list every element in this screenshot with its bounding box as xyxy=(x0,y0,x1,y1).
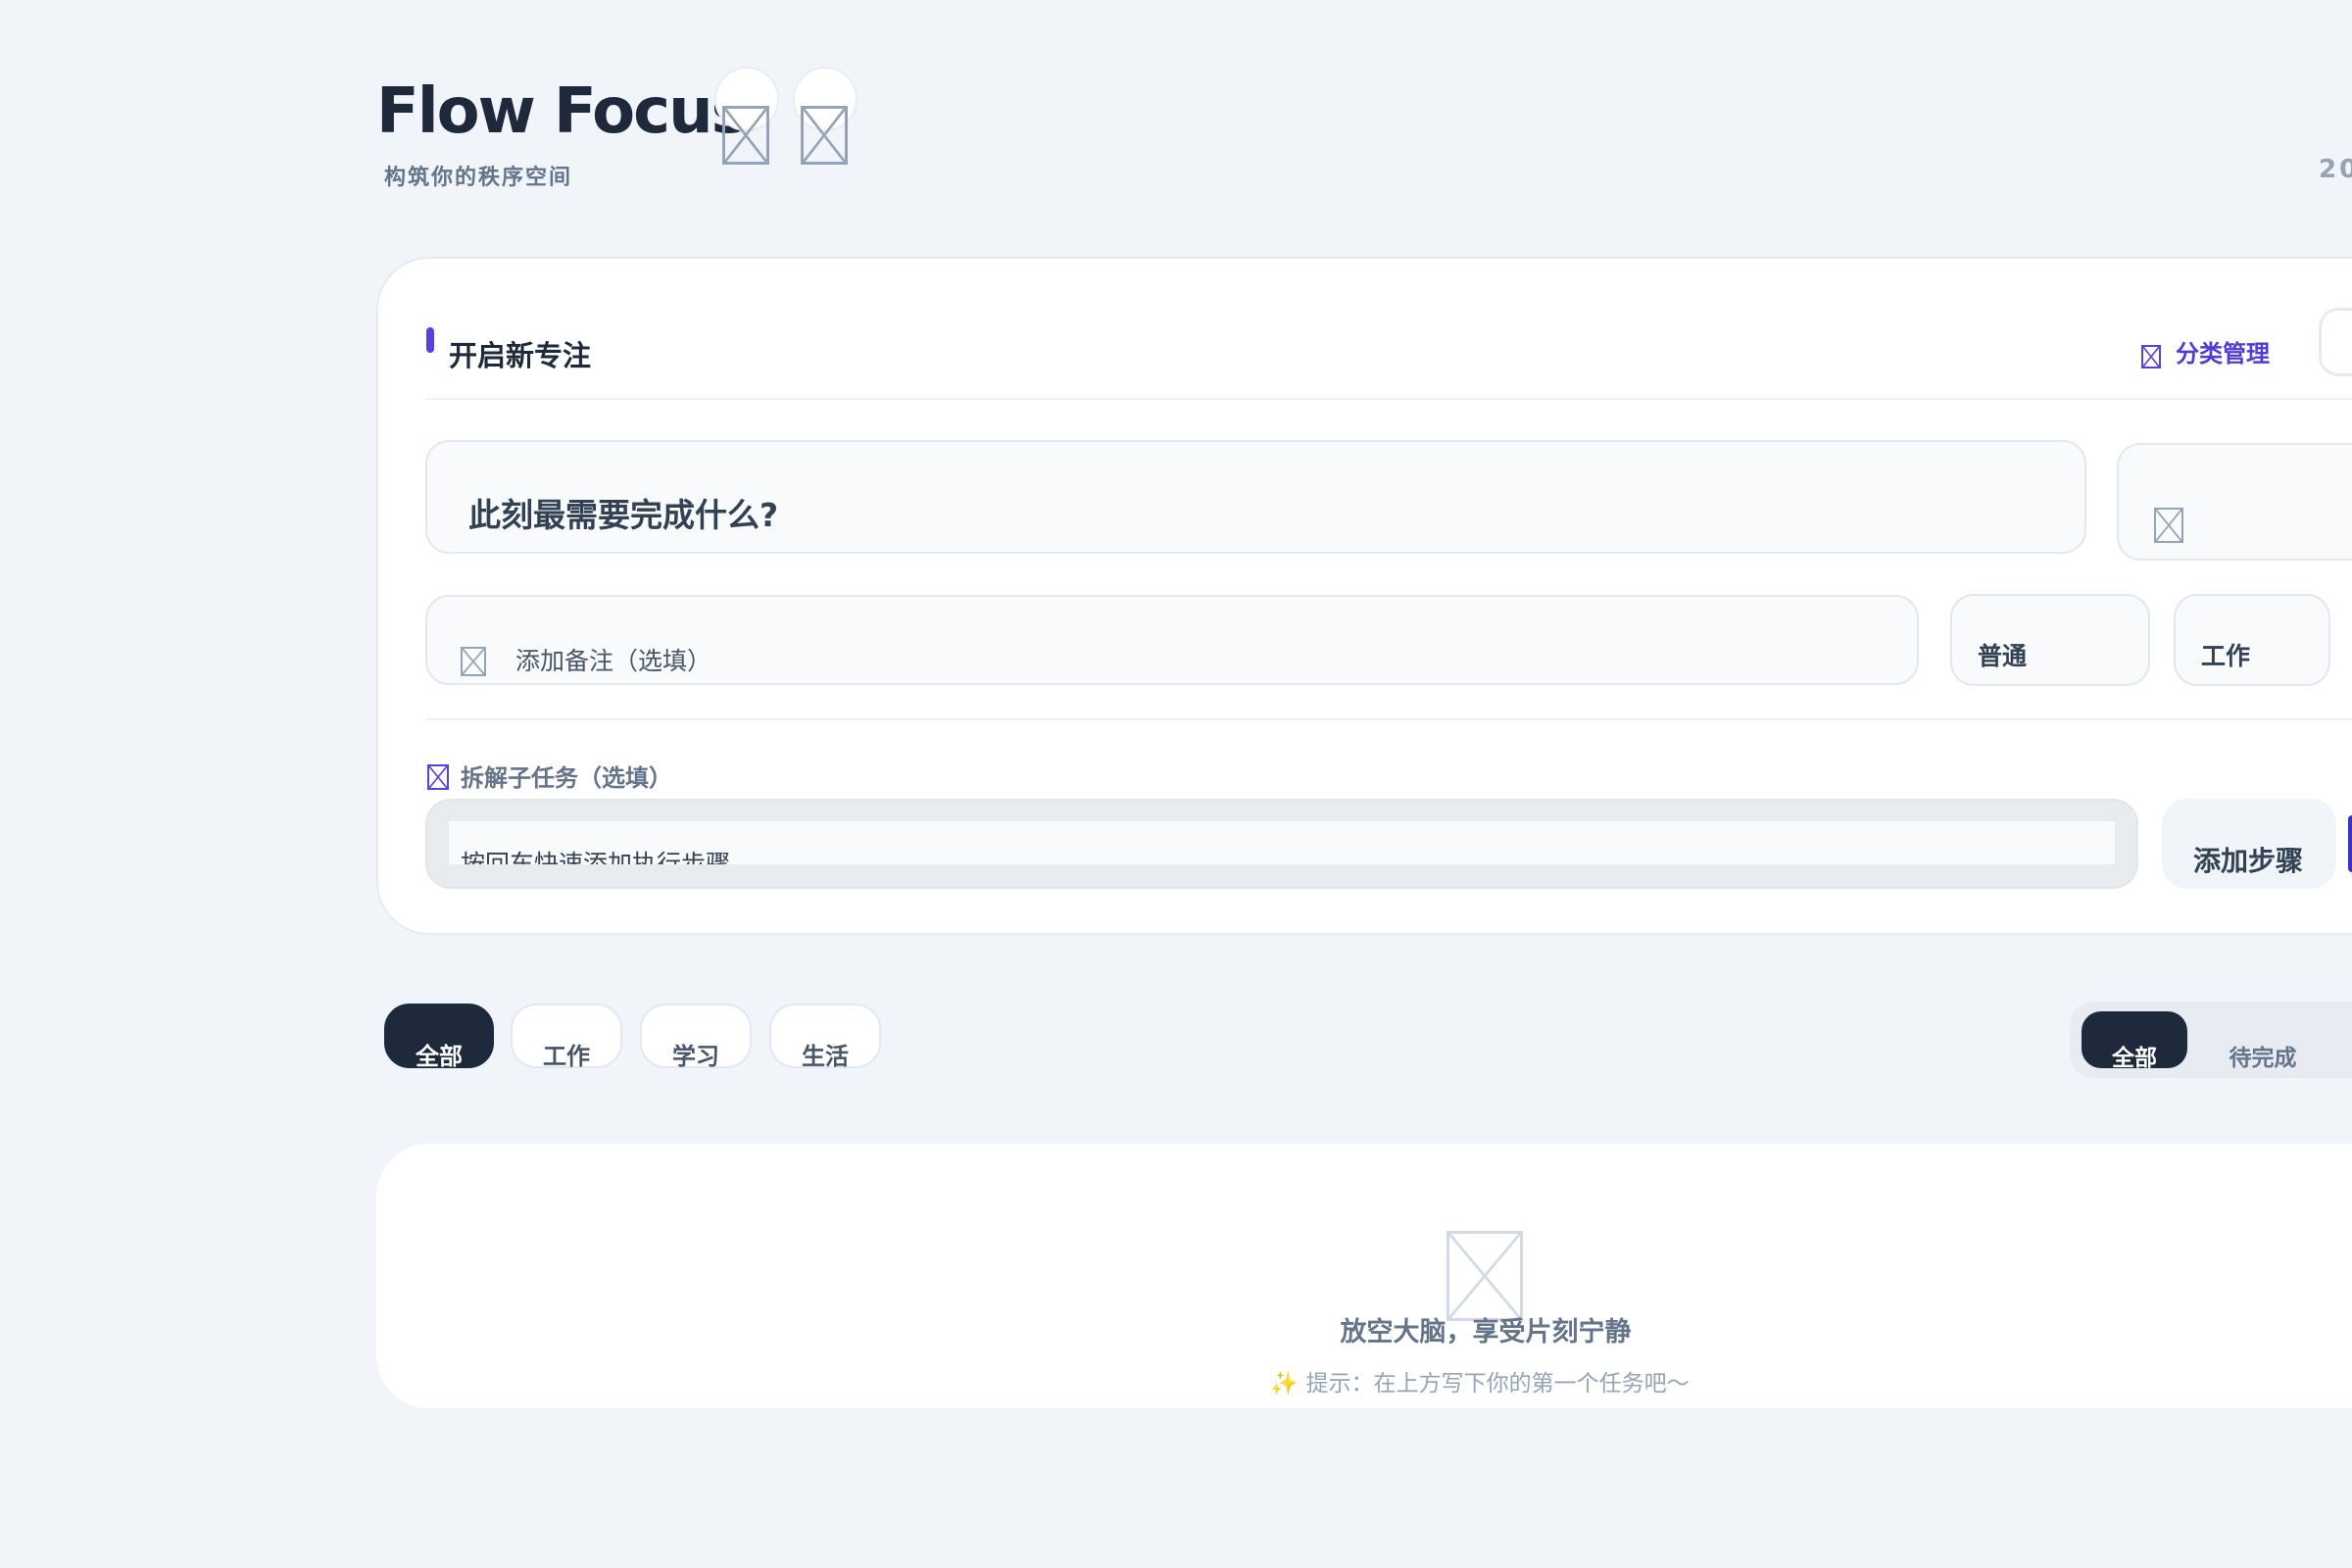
broken-image-icon[interactable] xyxy=(801,106,848,165)
empty-state-hint-text: 提示：在上方写下你的第一个任务吧～ xyxy=(1305,1371,1690,1396)
broken-image-icon[interactable] xyxy=(722,106,769,165)
section-accent-bar xyxy=(426,327,434,353)
divider xyxy=(425,398,2352,400)
app-root: Flow Focus 构筑你的秩序空间 20 开启新专注 分类管理 此刻最需要完… xyxy=(0,0,2352,1568)
date-display: 20 xyxy=(2319,155,2352,184)
subtask-icon xyxy=(427,764,449,790)
add-step-button[interactable]: 添加步骤 xyxy=(2162,799,2336,889)
subtask-label: 拆解子任务（选填） xyxy=(461,764,672,792)
app-subtitle: 构筑你的秩序空间 xyxy=(384,166,573,190)
due-date-field[interactable] xyxy=(2117,443,2352,561)
empty-state-icon xyxy=(1446,1231,1523,1321)
empty-state-hint: ✨ 提示：在上方写下你的第一个任务吧～ xyxy=(1270,1364,1690,1397)
sparkles-icon: ✨ xyxy=(1270,1371,1298,1396)
submit-button-edge[interactable] xyxy=(2348,815,2352,872)
filter-chip-study[interactable]: 学习 xyxy=(640,1004,752,1070)
app-title: Flow Focus xyxy=(376,75,749,148)
section-title: 开启新专注 xyxy=(449,339,592,372)
header-action-button[interactable] xyxy=(2319,308,2352,376)
category-select[interactable]: 工作 xyxy=(2174,594,2330,686)
status-tab-pending[interactable]: 待完成 xyxy=(2211,1011,2315,1071)
divider xyxy=(425,718,2352,720)
category-manage-button[interactable]: 分类管理 xyxy=(2176,334,2270,368)
filter-chip-work[interactable]: 工作 xyxy=(511,1004,622,1070)
subtask-input[interactable]: 按回车快速添加执行步骤 xyxy=(449,821,2115,864)
priority-select[interactable]: 普通 xyxy=(1950,594,2150,686)
category-manage-icon[interactable] xyxy=(2141,345,2161,368)
empty-state-title: 放空大脑，享受片刻宁静 xyxy=(1340,1317,1632,1348)
filter-chip-life[interactable]: 生活 xyxy=(769,1004,881,1070)
filter-chip-all[interactable]: 全部 xyxy=(384,1004,494,1070)
task-title-input[interactable]: 此刻最需要完成什么? xyxy=(425,440,2086,554)
note-icon xyxy=(461,647,486,676)
note-input[interactable]: 添加备注（选填） xyxy=(425,595,1919,685)
status-tab-all[interactable]: 全部 xyxy=(2082,1011,2187,1071)
calendar-icon xyxy=(2154,508,2183,543)
